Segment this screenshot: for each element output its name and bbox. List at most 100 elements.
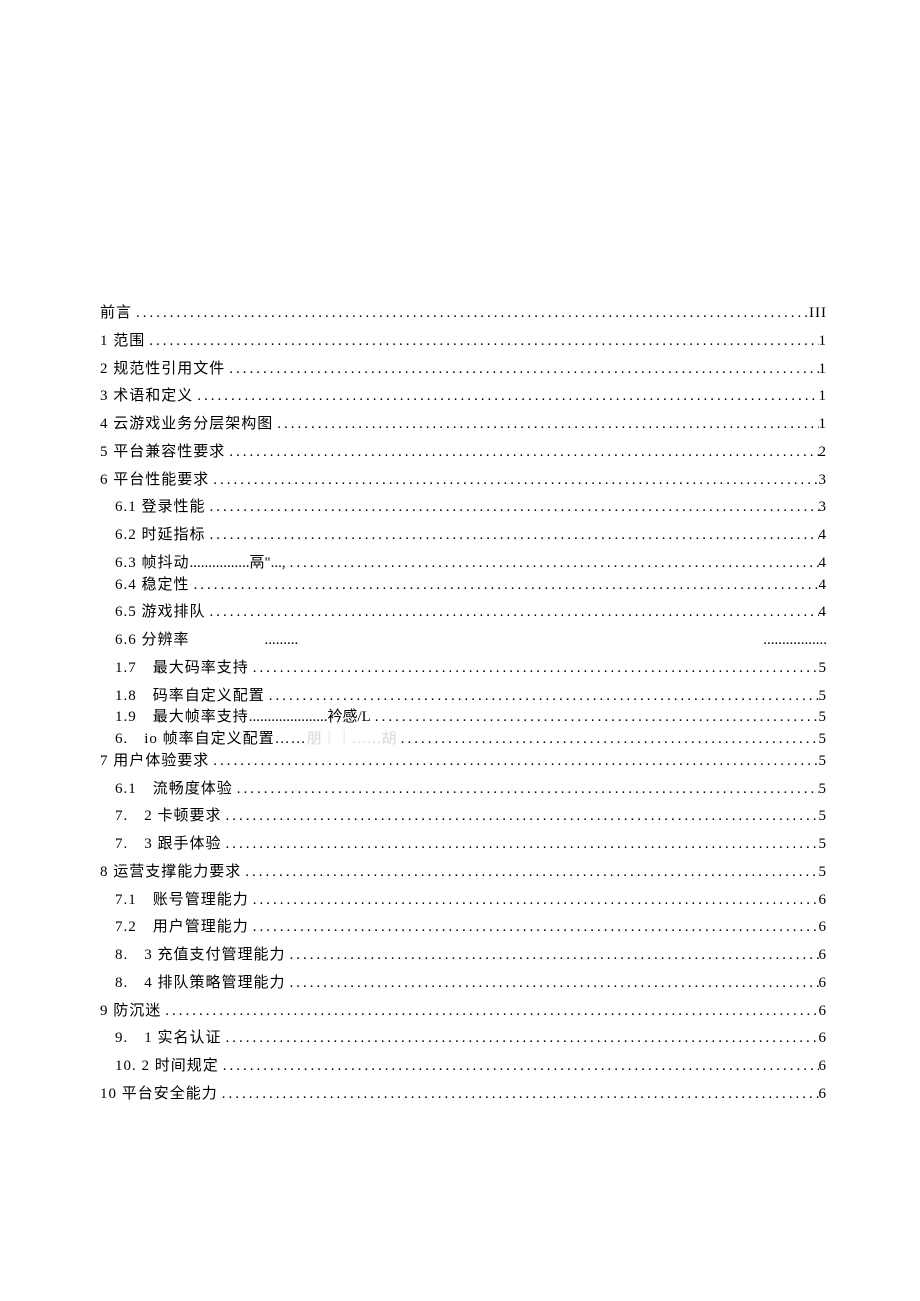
toc-leader: ........................................… [233,776,819,804]
toc-page: 5 [819,803,828,831]
toc-page: 6 [819,942,828,970]
toc-label: 8. 3 充值支付管理能力 [115,942,286,970]
toc-label: 6.6 分辨率 [115,627,190,655]
toc-entry: 6.1 流畅度体验...............................… [100,776,827,804]
toc-entry: 9 防沉迷...................................… [100,998,827,1026]
toc-page: 6 [819,998,828,1026]
toc-label: 6.1 流畅度体验 [115,776,233,804]
toc-page: 5 [819,776,828,804]
toc-leader: ......... [265,627,299,655]
toc-label: 1 范围 [100,328,145,356]
toc-leader: ........................................… [145,328,818,356]
toc-page: 6 [819,1025,828,1053]
toc-entry: 10 平台安全能力...............................… [100,1081,827,1109]
toc-leader: ........................................… [222,803,819,831]
toc-entry: 6.6 分辨率 .......................... [100,627,827,655]
toc-page: 1 [819,383,828,411]
toc-page: 5 [819,859,828,887]
toc-page: 4 [819,572,828,600]
toc-page: 1 [819,328,828,356]
toc-entry: 8 运营支撑能力要求..............................… [100,859,827,887]
toc-leader: ........................................… [249,655,819,683]
toc-leader: ........................................… [273,411,818,439]
toc-page: 3 [819,467,828,495]
toc-leader: ........................................… [222,831,819,859]
toc-page: 2 [819,439,828,467]
toc-entry: 7. 3 跟手体验...............................… [100,831,827,859]
toc-label: 4 云游戏业务分层架构图 [100,411,273,439]
toc-label: 6.2 时延指标 [115,522,206,550]
table-of-contents: 前言......................................… [100,300,827,1109]
toc-entry: 4 云游戏业务分层架构图............................… [100,411,827,439]
toc-label: 10 平台安全能力 [100,1081,218,1109]
toc-page: III [809,300,827,328]
toc-leader: ........................................… [161,998,818,1026]
toc-entry: 6.2 时延指标................................… [100,522,827,550]
toc-entry: 10. 2 时间规定..............................… [100,1053,827,1081]
toc-label: 8. 4 排队策略管理能力 [115,970,286,998]
toc-page: 1 [819,411,828,439]
toc-page: 1 [819,356,828,384]
toc-label: 1.7 最大码率支持 [115,655,249,683]
toc-entry: 6.4 稳定性.................................… [100,572,827,600]
toc-label: 5 平台兼容性要求 [100,439,225,467]
toc-leader: ........................................… [286,970,819,998]
toc-entry: 5 平台兼容性要求...............................… [100,439,827,467]
toc-entry: 6.5 游戏排队................................… [100,599,827,627]
toc-label: 6.1 登录性能 [115,494,206,522]
toc-label: 6.5 游戏排队 [115,599,206,627]
toc-label: 7 用户体验要求 [100,748,209,776]
toc-entry: 7. 2 卡顿要求...............................… [100,803,827,831]
toc-label: 7. 2 卡顿要求 [115,803,222,831]
toc-page: 6 [819,914,828,942]
toc-entry: 1 范围....................................… [100,328,827,356]
toc-leader: ........................................… [241,859,818,887]
toc-leader: ........................................… [218,1081,819,1109]
toc-leader: ........................................… [206,494,819,522]
toc-entry: 8. 4 排队策略管理能力...........................… [100,970,827,998]
toc-label: 6 平台性能要求 [100,467,209,495]
toc-label: 7.1 账号管理能力 [115,887,249,915]
toc-entry: 1.7 最大码率支持..............................… [100,655,827,683]
toc-label: 2 规范性引用文件 [100,356,225,384]
toc-page: 5 [819,831,828,859]
toc-page: 6 [819,970,828,998]
toc-page: 5 [819,655,828,683]
toc-leader: ........................................… [286,942,819,970]
toc-leader: ........................................… [225,356,818,384]
toc-leader: ........................................… [219,1053,819,1081]
toc-leader: ........................................… [249,887,819,915]
toc-page: 6 [819,887,828,915]
toc-label: 8 运营支撑能力要求 [100,859,241,887]
toc-label: 9. 1 实名认证 [115,1025,222,1053]
toc-entry: 2 规范性引用文件...............................… [100,356,827,384]
toc-label: 3 术语和定义 [100,383,193,411]
toc-page: 4 [819,522,828,550]
toc-label: 6.4 稳定性 [115,572,190,600]
toc-page: 4 [819,599,828,627]
toc-page: 6 [819,1081,828,1109]
toc-leader: ........................................… [193,383,818,411]
toc-label: 10. 2 时间规定 [115,1053,219,1081]
toc-leader: ........................................… [206,599,819,627]
toc-leader: ........................................… [206,522,819,550]
toc-page: 5 [819,748,828,776]
toc-leader: ........................................… [225,439,818,467]
toc-leader: ........................................… [132,300,809,328]
toc-leader: ........................................… [190,572,819,600]
toc-entry: 前言......................................… [100,300,827,328]
toc-page: 6 [819,1053,828,1081]
toc-label: 9 防沉迷 [100,998,161,1026]
toc-entry: 7.1 账号管理能力..............................… [100,887,827,915]
toc-entry: 6 平台性能要求................................… [100,467,827,495]
toc-label: 7. 3 跟手体验 [115,831,222,859]
toc-leader: ................. [763,627,827,655]
toc-entry: 8. 3 充值支付管理能力...........................… [100,942,827,970]
toc-label: 前言 [100,300,132,328]
toc-page: 3 [819,494,828,522]
toc-entry: 6.1 登录性能................................… [100,494,827,522]
toc-leader: ........................................… [222,1025,819,1053]
toc-label: 7.2 用户管理能力 [115,914,249,942]
toc-entry: 3 术语和定义.................................… [100,383,827,411]
toc-entry: 9. 1 实名认证...............................… [100,1025,827,1053]
